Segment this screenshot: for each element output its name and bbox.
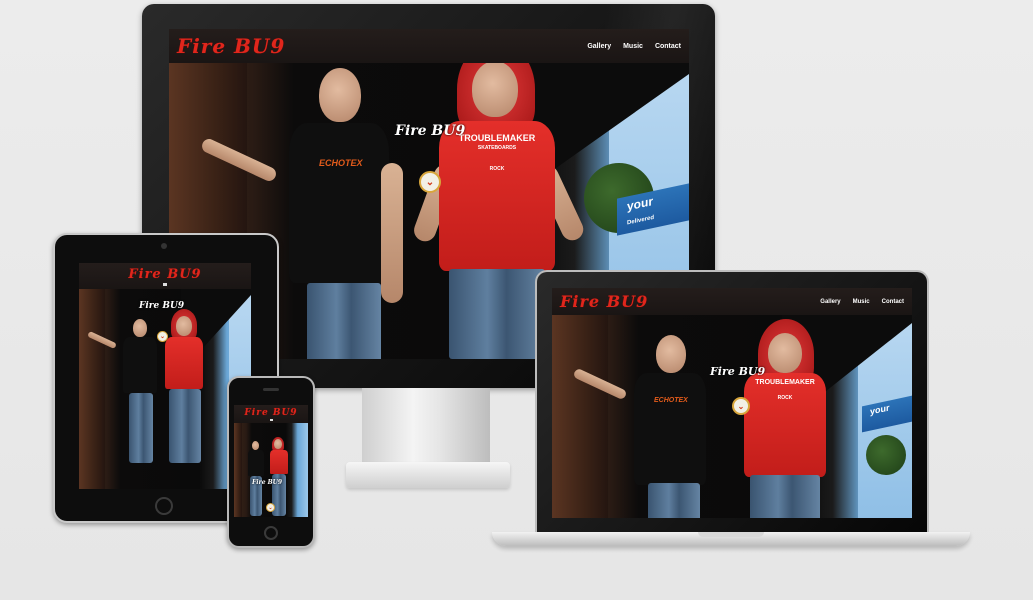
monitor-stand: [362, 388, 490, 464]
laptop-hero-logo: Fire BU9: [710, 365, 766, 378]
site-header: Fire BU9 Gallery Music Contact: [169, 29, 689, 63]
tablet-home-button[interactable]: [155, 497, 173, 515]
tablet-menu-icon[interactable]: [163, 282, 167, 286]
laptop-hero: your ECHOTEX TROUBLEMAKER ROCK Fire BU9 …: [552, 315, 912, 518]
laptop: Fire BU9 Gallery Music Contact your ECHO…: [535, 270, 929, 534]
phone-screen: Fire BU9 Fire BU9 ⌄: [234, 405, 308, 517]
site-logo[interactable]: Fire BU9: [177, 34, 285, 58]
phone-home-button[interactable]: [264, 526, 278, 540]
laptop-base: [492, 532, 970, 546]
chevron-down-icon: ⌄: [425, 176, 435, 188]
laptop-notch: [698, 532, 764, 537]
tablet-logo[interactable]: Fire BU9: [128, 267, 201, 282]
phone-menu-icon[interactable]: [269, 418, 273, 421]
laptop-nav-contact[interactable]: Contact: [882, 299, 904, 305]
laptop-scroll-button[interactable]: ⌄: [732, 397, 750, 415]
scroll-down-button[interactable]: ⌄: [419, 171, 441, 193]
chevron-down-icon: ⌄: [737, 401, 745, 411]
laptop-header: Fire BU9 Gallery Music Contact: [552, 288, 912, 315]
chevron-down-icon: ⌄: [159, 334, 166, 340]
smartphone: Fire BU9 Fire BU9 ⌄: [227, 376, 315, 548]
chevron-down-icon: ⌄: [268, 504, 273, 511]
laptop-screen: Fire BU9 Gallery Music Contact your ECHO…: [552, 288, 912, 518]
tablet-hero: Fire BU9 ⌄: [79, 289, 251, 489]
tablet-camera: [161, 243, 167, 249]
nav-contact[interactable]: Contact: [655, 43, 681, 50]
tablet-screen: Fire BU9 Fire BU9 ⌄: [79, 263, 251, 489]
phone-speaker: [263, 388, 279, 391]
main-nav: Gallery Music Contact: [587, 43, 681, 50]
phone-scroll-button[interactable]: ⌄: [266, 503, 275, 512]
tablet-scroll-button[interactable]: ⌄: [157, 331, 168, 342]
phone-logo[interactable]: Fire BU9: [244, 408, 297, 418]
hero-logo: Fire BU9: [395, 123, 466, 139]
laptop-logo[interactable]: Fire BU9: [560, 292, 648, 311]
laptop-nav-gallery[interactable]: Gallery: [820, 299, 840, 305]
nav-music[interactable]: Music: [623, 43, 643, 50]
monitor-base: [346, 462, 510, 488]
nav-gallery[interactable]: Gallery: [587, 43, 611, 50]
laptop-nav-music[interactable]: Music: [853, 299, 870, 305]
